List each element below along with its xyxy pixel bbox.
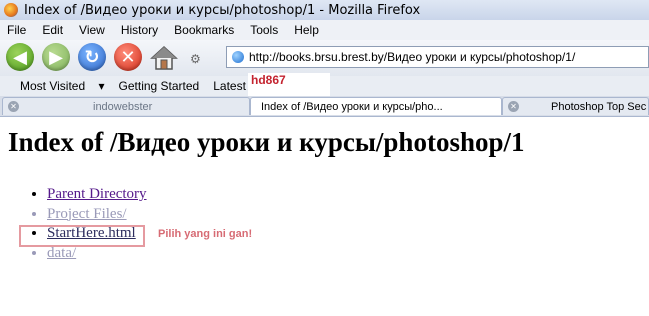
window-title: Index of /Видео уроки и курсы/photoshop/… <box>24 2 421 18</box>
close-tab-icon[interactable]: ✕ <box>508 101 519 112</box>
list-item: Parent Directory <box>47 185 147 205</box>
url-text: http://books.brsu.brest.by/Видео уроки и… <box>249 50 576 64</box>
bookmark-most-visited-label: Most Visited <box>20 79 86 93</box>
annotation-text: Pilih yang ini gan! <box>158 228 253 240</box>
tab-index-of-photoshop[interactable]: Index of /Видео уроки и курсы/pho... <box>250 97 502 115</box>
stop-icon: ✕ <box>120 46 136 68</box>
close-tab-icon[interactable]: ✕ <box>8 101 19 112</box>
back-button[interactable]: ◀ <box>6 43 34 71</box>
home-icon <box>150 45 178 70</box>
bookmark-most-visited[interactable]: Most Visited ▾ <box>10 79 105 93</box>
watermark-label: hd867 <box>248 73 330 97</box>
directory-list: Parent Directory Project Files/ StartHer… <box>28 185 147 263</box>
bookmark-getting-started[interactable]: Getting Started <box>119 79 200 93</box>
parent-directory-link[interactable]: Parent Directory <box>47 186 147 202</box>
list-item: Project Files/ <box>47 205 147 225</box>
page-heading: Index of /Видео уроки и курсы/photoshop/… <box>8 127 525 157</box>
tab-label: Photoshop Top Sec <box>551 100 647 113</box>
url-bar[interactable]: http://books.brsu.brest.by/Видео уроки и… <box>226 46 649 68</box>
firefox-logo-icon <box>4 3 18 17</box>
menu-tools[interactable]: Tools <box>250 23 278 37</box>
back-icon: ◀ <box>13 46 27 68</box>
project-files-link[interactable]: Project Files/ <box>47 206 127 222</box>
tab-photoshop-top-secret[interactable]: ✕ Photoshop Top Sec <box>502 97 649 115</box>
tab-indowebster[interactable]: ✕ indowebster <box>2 97 250 115</box>
menu-bar: File Edit View History Bookmarks Tools H… <box>0 20 649 40</box>
reload-button[interactable]: ↻ <box>78 43 106 71</box>
title-bar: Index of /Видео уроки и курсы/photoshop/… <box>0 0 649 21</box>
menu-edit[interactable]: Edit <box>42 23 63 37</box>
forward-button[interactable]: ▶ <box>42 43 70 71</box>
menu-help[interactable]: Help <box>294 23 319 37</box>
highlight-box <box>19 225 145 247</box>
stop-button[interactable]: ✕ <box>114 43 142 71</box>
menu-bookmarks[interactable]: Bookmarks <box>174 23 234 37</box>
tab-label: Index of /Видео уроки и курсы/pho... <box>261 100 443 113</box>
menu-history[interactable]: History <box>121 23 158 37</box>
reload-icon: ↻ <box>84 46 100 68</box>
tab-strip: ✕ indowebster Index of /Видео уроки и ку… <box>0 96 649 117</box>
home-button[interactable] <box>150 45 178 71</box>
navigation-toolbar: ◀ ▶ ↻ ✕ ⚙ http://books.brsu.brest.by/Вид… <box>0 40 649 76</box>
dropdown-arrow-icon: ▾ <box>98 79 105 93</box>
globe-icon <box>232 51 244 63</box>
feed-icon[interactable]: ⚙ <box>190 52 201 66</box>
menu-view[interactable]: View <box>79 23 105 37</box>
tab-label: indowebster <box>93 100 153 113</box>
forward-icon: ▶ <box>49 46 63 68</box>
page-content: Index of /Видео уроки и курсы/photoshop/… <box>0 117 649 316</box>
menu-file[interactable]: File <box>7 23 26 37</box>
